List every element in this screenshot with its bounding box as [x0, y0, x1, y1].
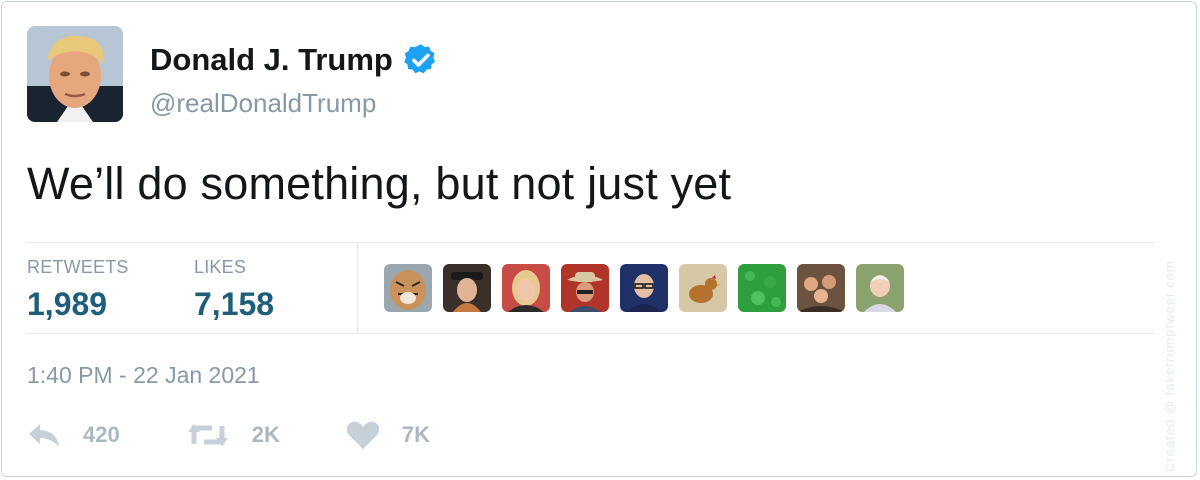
like-button[interactable]: 7K	[346, 420, 430, 450]
liker-avatar-woman-blonde[interactable]	[502, 264, 550, 312]
liker-avatar-tiger[interactable]	[384, 264, 432, 312]
author-handle[interactable]: @realDonaldTrump	[150, 88, 376, 119]
liker-avatar-child-photo[interactable]	[856, 264, 904, 312]
heart-icon	[346, 421, 380, 449]
likers-avatars	[384, 264, 904, 312]
tweet-stats: RETWEETS 1,989 LIKES 7,158	[27, 242, 1155, 334]
likes-stat[interactable]: LIKES 7,158	[194, 257, 274, 323]
verified-badge-icon	[404, 44, 435, 74]
retweet-icon	[187, 424, 228, 446]
liker-avatar-green-field[interactable]	[738, 264, 786, 312]
like-count: 7K	[401, 422, 430, 447]
watermark-text: Created @ faketrumptweet.com	[1162, 260, 1177, 472]
reply-count: 420	[83, 422, 120, 447]
retweets-value: 1,989	[27, 286, 108, 322]
author-name[interactable]: Donald J. Trump	[150, 42, 393, 78]
tweet-timestamp[interactable]: 1:40 PM - 22 Jan 2021	[27, 362, 260, 389]
reply-icon	[29, 424, 59, 447]
likes-value: 7,158	[194, 286, 275, 322]
retweet-button[interactable]: 2K	[186, 420, 280, 450]
liker-avatar-group-photo[interactable]	[797, 264, 845, 312]
author-name-row: Donald J. Trump	[150, 42, 439, 78]
retweets-label: RETWEETS	[27, 257, 129, 277]
likes-label: LIKES	[194, 257, 247, 277]
stats-divider	[357, 243, 358, 333]
liker-avatar-cowboy[interactable]	[561, 264, 609, 312]
reply-button[interactable]: 420	[27, 420, 120, 450]
profile-photo-icon	[27, 26, 123, 122]
retweet-count: 2K	[251, 422, 280, 447]
tweet-actions: 420 2K 7K	[27, 420, 488, 450]
tweet-text: We’ll do something, but not just yet	[27, 158, 732, 209]
liker-avatar-person-hat[interactable]	[443, 264, 491, 312]
avatar[interactable]	[27, 26, 123, 122]
retweets-stat[interactable]: RETWEETS 1,989	[27, 257, 129, 323]
tweet-card: Donald J. Trump @realDonaldTrump We’ll d…	[1, 1, 1197, 477]
liker-avatar-man-glasses[interactable]	[620, 264, 668, 312]
liker-avatar-chicken[interactable]	[679, 264, 727, 312]
